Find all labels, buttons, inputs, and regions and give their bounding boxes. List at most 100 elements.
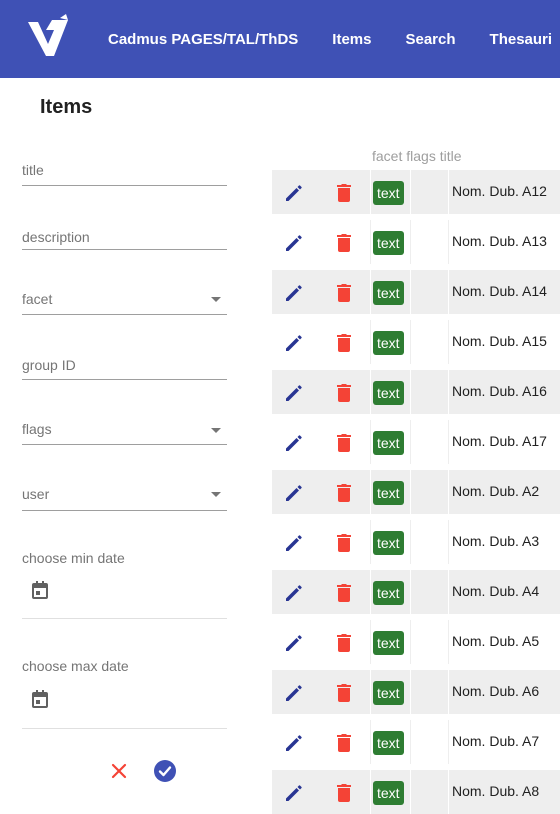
user-select[interactable]: user xyxy=(22,482,227,511)
title-input[interactable]: title xyxy=(22,158,227,186)
pencil-icon[interactable] xyxy=(282,581,306,605)
table-header: facet flags title xyxy=(372,148,462,164)
cell-divider xyxy=(448,620,449,664)
cell-divider xyxy=(448,320,449,364)
cell-divider xyxy=(410,670,411,714)
table-row: text Nom. Dub. A12 xyxy=(272,170,560,214)
facet-label: facet xyxy=(22,291,53,307)
cell-divider xyxy=(370,220,371,264)
trash-icon[interactable] xyxy=(332,381,356,405)
item-title[interactable]: Nom. Dub. A2 xyxy=(452,483,539,499)
table-row: text Nom. Dub. A15 xyxy=(272,320,560,364)
item-title[interactable]: Nom. Dub. A8 xyxy=(452,783,539,799)
cell-divider xyxy=(410,420,411,464)
trash-icon[interactable] xyxy=(332,181,356,205)
nav-search[interactable]: Search xyxy=(405,31,455,48)
table-row: text Nom. Dub. A13 xyxy=(272,220,560,264)
calendar-icon[interactable] xyxy=(32,690,48,708)
cell-divider xyxy=(448,420,449,464)
cell-divider xyxy=(370,770,371,814)
cell-divider xyxy=(370,420,371,464)
item-title[interactable]: Nom. Dub. A7 xyxy=(452,733,539,749)
cell-divider xyxy=(448,720,449,764)
calendar-icon[interactable] xyxy=(32,581,48,599)
item-title[interactable]: Nom. Dub. A16 xyxy=(452,383,547,399)
cell-divider xyxy=(370,620,371,664)
chevron-down-icon xyxy=(211,428,221,433)
flag-chip: text xyxy=(373,681,404,705)
trash-icon[interactable] xyxy=(332,581,356,605)
table-row: text Nom. Dub. A5 xyxy=(272,620,560,664)
trash-icon[interactable] xyxy=(332,731,356,755)
trash-icon[interactable] xyxy=(332,781,356,805)
cell-divider xyxy=(410,170,411,214)
item-title[interactable]: Nom. Dub. A14 xyxy=(452,283,547,299)
item-title[interactable]: Nom. Dub. A15 xyxy=(452,333,547,349)
pencil-icon[interactable] xyxy=(282,431,306,455)
cadmus-logo[interactable] xyxy=(24,12,74,62)
item-title[interactable]: Nom. Dub. A5 xyxy=(452,633,539,649)
flag-chip: text xyxy=(373,181,404,205)
pencil-icon[interactable] xyxy=(282,231,306,255)
cell-divider xyxy=(370,370,371,414)
page-title: Items xyxy=(40,96,93,118)
title-label: title xyxy=(22,162,44,178)
pencil-icon[interactable] xyxy=(282,781,306,805)
main-nav: Cadmus PAGES/TAL/ThDS Items Search Thesa… xyxy=(108,0,560,78)
pencil-icon[interactable] xyxy=(282,731,306,755)
trash-icon[interactable] xyxy=(332,281,356,305)
cell-divider xyxy=(410,270,411,314)
item-title[interactable]: Nom. Dub. A17 xyxy=(452,433,547,449)
cell-divider xyxy=(370,570,371,614)
item-title[interactable]: Nom. Dub. A13 xyxy=(452,233,547,249)
chevron-down-icon xyxy=(211,297,221,302)
description-input[interactable]: description xyxy=(22,225,227,250)
trash-icon[interactable] xyxy=(332,331,356,355)
chevron-down-icon xyxy=(211,492,221,497)
pencil-icon[interactable] xyxy=(282,531,306,555)
item-title[interactable]: Nom. Dub. A6 xyxy=(452,683,539,699)
trash-icon[interactable] xyxy=(332,481,356,505)
pencil-icon[interactable] xyxy=(282,331,306,355)
flag-chip: text xyxy=(373,581,404,605)
cell-divider xyxy=(448,170,449,214)
nav-home[interactable]: Cadmus PAGES/TAL/ThDS xyxy=(108,31,298,48)
trash-icon[interactable] xyxy=(332,681,356,705)
group-id-input[interactable]: group ID xyxy=(22,352,227,380)
cell-divider xyxy=(410,370,411,414)
cell-divider xyxy=(410,470,411,514)
min-date-field[interactable]: choose min date xyxy=(22,548,227,619)
item-title[interactable]: Nom. Dub. A3 xyxy=(452,533,539,549)
table-row: text Nom. Dub. A3 xyxy=(272,520,560,564)
nav-thesauri[interactable]: Thesauri xyxy=(490,31,553,48)
facet-select[interactable]: facet xyxy=(22,284,227,315)
trash-icon[interactable] xyxy=(332,631,356,655)
user-label: user xyxy=(22,486,50,502)
item-title[interactable]: Nom. Dub. A4 xyxy=(452,583,539,599)
cell-divider xyxy=(410,770,411,814)
cell-divider xyxy=(370,720,371,764)
trash-icon[interactable] xyxy=(332,531,356,555)
close-icon[interactable] xyxy=(108,760,130,782)
cell-divider xyxy=(448,570,449,614)
pencil-icon[interactable] xyxy=(282,281,306,305)
flag-chip: text xyxy=(373,331,404,355)
trash-icon[interactable] xyxy=(332,231,356,255)
pencil-icon[interactable] xyxy=(282,181,306,205)
pencil-icon[interactable] xyxy=(282,481,306,505)
table-row: text Nom. Dub. A6 xyxy=(272,670,560,714)
nav-items[interactable]: Items xyxy=(332,31,371,48)
item-title[interactable]: Nom. Dub. A12 xyxy=(452,183,547,199)
pencil-icon[interactable] xyxy=(282,631,306,655)
cell-divider xyxy=(410,720,411,764)
max-date-field[interactable]: choose max date xyxy=(22,656,227,729)
cell-divider xyxy=(370,270,371,314)
cell-divider xyxy=(448,770,449,814)
pencil-icon[interactable] xyxy=(282,381,306,405)
trash-icon[interactable] xyxy=(332,431,356,455)
cell-divider xyxy=(448,670,449,714)
check-circle-icon[interactable] xyxy=(153,759,177,783)
pencil-icon[interactable] xyxy=(282,681,306,705)
cell-divider xyxy=(448,270,449,314)
flags-select[interactable]: flags xyxy=(22,418,227,445)
